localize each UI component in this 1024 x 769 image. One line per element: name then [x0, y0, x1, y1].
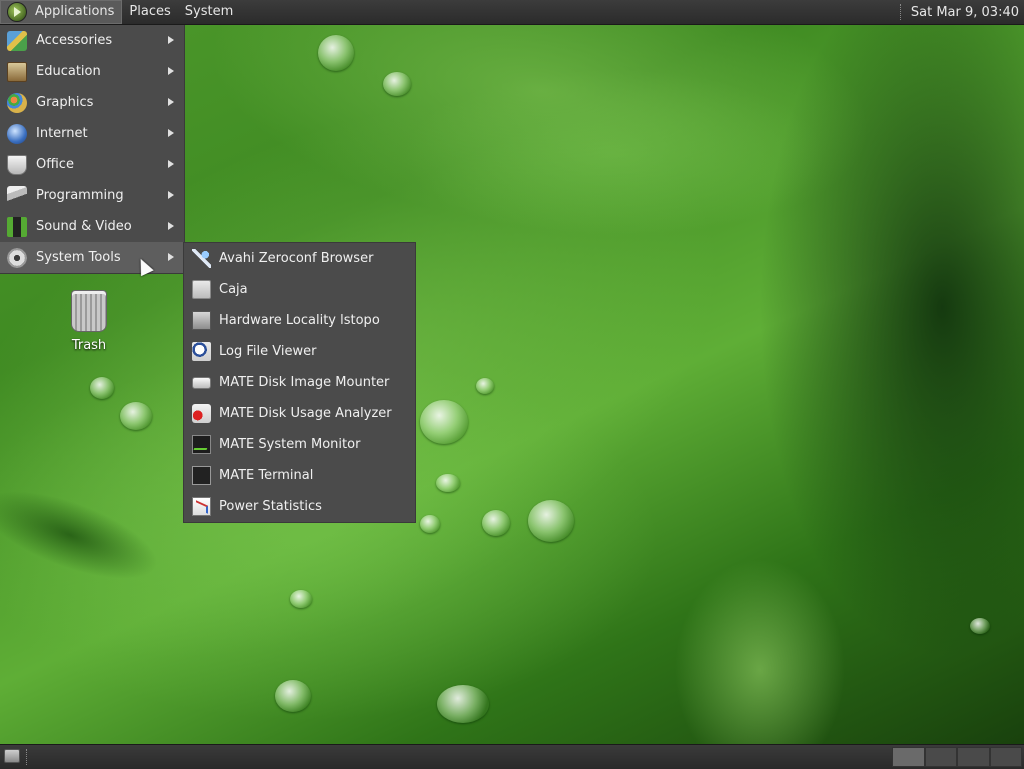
menu-item-label: Office: [36, 157, 74, 172]
desktop-icon-label: Trash: [71, 338, 107, 353]
system-menu-button[interactable]: System: [178, 0, 240, 24]
terminal-icon: [192, 466, 211, 485]
menu-item-programming[interactable]: Programming: [0, 180, 184, 211]
menu-item-education[interactable]: Education: [0, 56, 184, 87]
submenu-item-label: MATE Terminal: [219, 468, 314, 483]
internet-icon: [7, 124, 27, 144]
system-monitor-icon: [192, 435, 211, 454]
log-viewer-icon: [192, 342, 211, 361]
submenu-item-label: MATE Disk Usage Analyzer: [219, 406, 392, 421]
submenu-item-hwloc[interactable]: Hardware Locality lstopo: [184, 305, 415, 336]
workspace-3[interactable]: [957, 747, 990, 767]
menu-item-label: Internet: [36, 126, 88, 141]
submenu-item-label: Hardware Locality lstopo: [219, 313, 380, 328]
caja-icon: [192, 280, 211, 299]
submenu-arrow-icon: [168, 129, 174, 137]
trash-icon: [71, 290, 107, 332]
submenu-arrow-icon: [168, 222, 174, 230]
disk-usage-icon: [192, 404, 211, 423]
submenu-item-power-stats[interactable]: Power Statistics: [184, 491, 415, 522]
panel-separator: [26, 749, 29, 765]
submenu-item-label: MATE System Monitor: [219, 437, 361, 452]
submenu-item-label: Log File Viewer: [219, 344, 317, 359]
submenu-item-disk-mounter[interactable]: MATE Disk Image Mounter: [184, 367, 415, 398]
workspace-switcher[interactable]: [892, 747, 1022, 767]
accessories-icon: [7, 31, 27, 51]
avahi-icon: [192, 249, 211, 268]
clock[interactable]: Sat Mar 9, 03:40: [911, 5, 1024, 20]
menu-item-office[interactable]: Office: [0, 149, 184, 180]
workspace-4[interactable]: [989, 747, 1022, 767]
menu-item-accessories[interactable]: Accessories: [0, 25, 184, 56]
bottom-panel: [0, 744, 1024, 769]
submenu-item-label: Avahi Zeroconf Browser: [219, 251, 374, 266]
submenu-item-disk-usage[interactable]: MATE Disk Usage Analyzer: [184, 398, 415, 429]
applications-menu: Accessories Education Graphics Internet …: [0, 25, 185, 274]
menu-item-label: Accessories: [36, 33, 113, 48]
submenu-arrow-icon: [168, 36, 174, 44]
menu-item-label: System Tools: [36, 250, 121, 265]
submenu-item-log-viewer[interactable]: Log File Viewer: [184, 336, 415, 367]
submenu-item-label: MATE Disk Image Mounter: [219, 375, 390, 390]
system-tools-icon: [7, 248, 27, 268]
hwloc-icon: [192, 311, 211, 330]
menu-item-system-tools[interactable]: System Tools: [0, 242, 184, 273]
submenu-arrow-icon: [168, 98, 174, 106]
menu-item-label: Sound & Video: [36, 219, 132, 234]
mate-logo-icon: [7, 2, 27, 22]
submenu-item-terminal[interactable]: MATE Terminal: [184, 460, 415, 491]
power-stats-icon: [192, 497, 211, 516]
applications-menu-button[interactable]: Applications: [0, 0, 123, 24]
places-menu-button[interactable]: Places: [122, 0, 177, 24]
workspace-2[interactable]: [924, 747, 957, 767]
menu-item-label: Graphics: [36, 95, 94, 110]
submenu-arrow-icon: [168, 160, 174, 168]
applications-label: Applications: [35, 4, 115, 19]
panel-separator: [899, 4, 903, 20]
show-desktop-button[interactable]: [4, 749, 20, 763]
menu-item-label: Education: [36, 64, 101, 79]
menu-item-label: Programming: [36, 188, 124, 203]
clock-area: Sat Mar 9, 03:40: [899, 0, 1024, 24]
submenu-item-avahi[interactable]: Avahi Zeroconf Browser: [184, 243, 415, 274]
submenu-item-caja[interactable]: Caja: [184, 274, 415, 305]
sound-video-icon: [7, 217, 27, 237]
education-icon: [7, 62, 27, 82]
submenu-item-label: Caja: [219, 282, 248, 297]
submenu-arrow-icon: [168, 253, 174, 261]
top-panel: Applications Places System Sat Mar 9, 03…: [0, 0, 1024, 25]
programming-icon: [7, 186, 27, 206]
disk-mounter-icon: [192, 377, 211, 389]
menu-item-internet[interactable]: Internet: [0, 118, 184, 149]
desktop-icon-trash[interactable]: Trash: [62, 290, 116, 353]
system-tools-submenu: Avahi Zeroconf Browser Caja Hardware Loc…: [183, 242, 416, 523]
submenu-arrow-icon: [168, 67, 174, 75]
menu-item-graphics[interactable]: Graphics: [0, 87, 184, 118]
workspace-1[interactable]: [892, 747, 925, 767]
submenu-arrow-icon: [168, 191, 174, 199]
graphics-icon: [7, 93, 27, 113]
submenu-item-system-monitor[interactable]: MATE System Monitor: [184, 429, 415, 460]
office-icon: [7, 155, 27, 175]
menu-item-sound-video[interactable]: Sound & Video: [0, 211, 184, 242]
submenu-item-label: Power Statistics: [219, 499, 322, 514]
